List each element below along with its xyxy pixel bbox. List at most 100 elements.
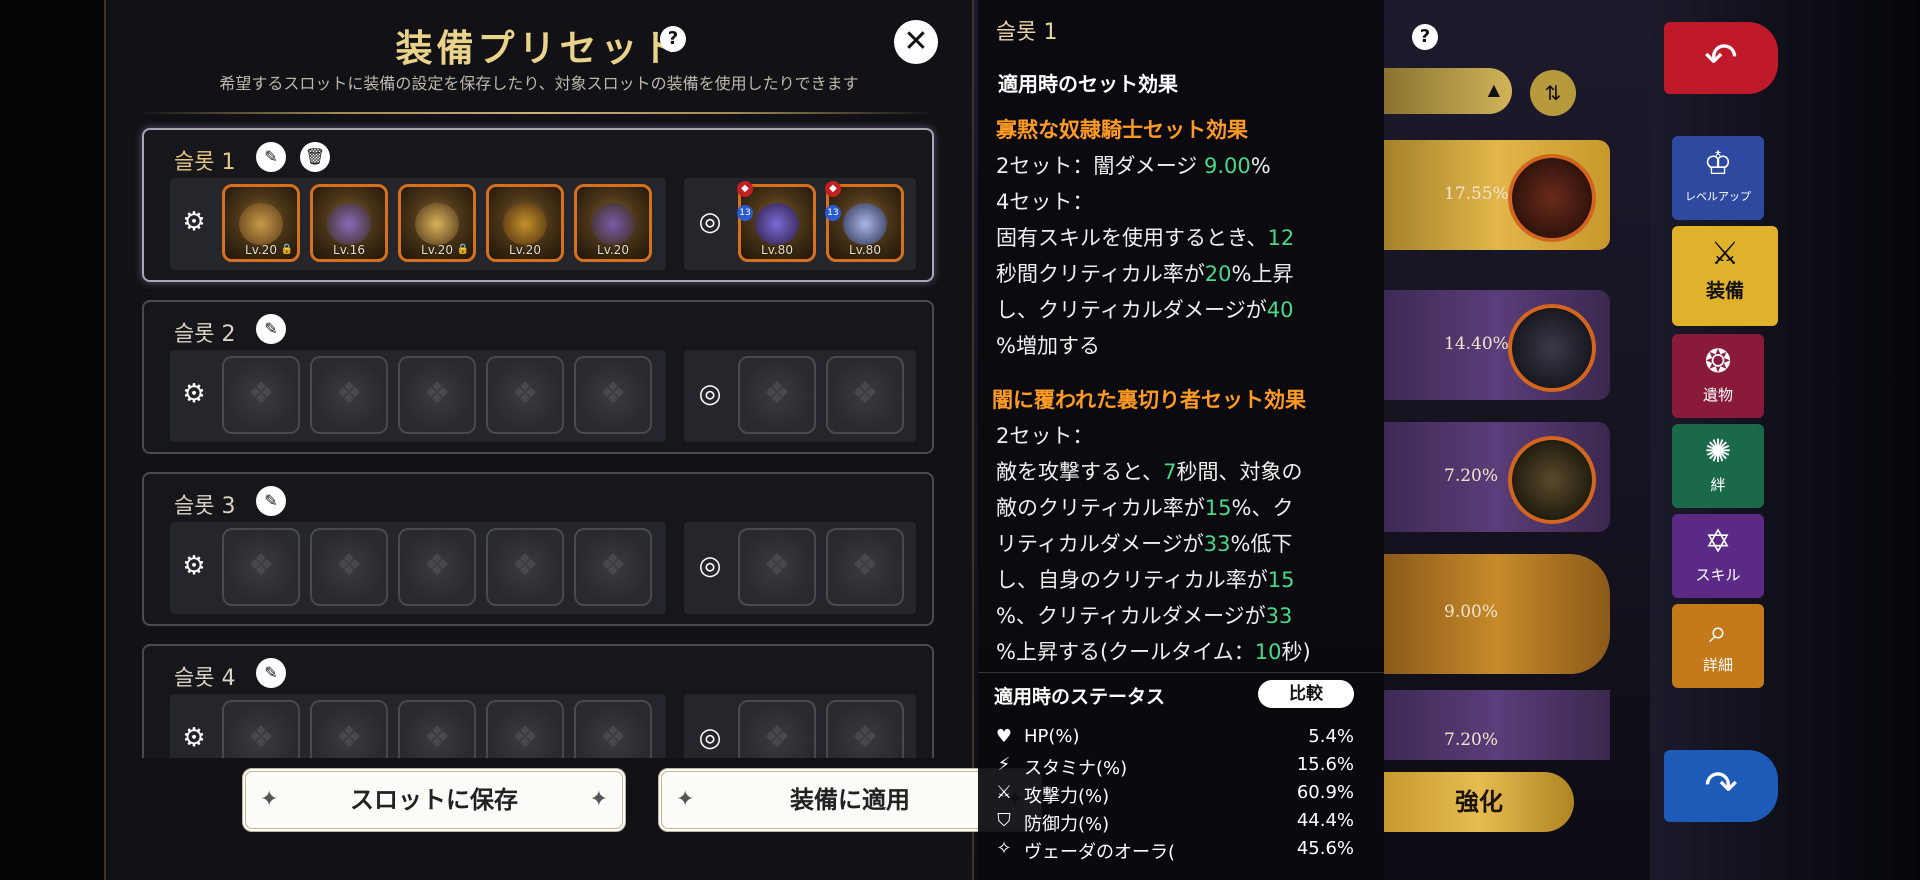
- forward-arrow-icon: ↷: [1704, 763, 1738, 809]
- crown-icon: ♔: [1703, 144, 1733, 182]
- back-arrow-icon: ↶: [1704, 35, 1738, 81]
- close-button[interactable]: ✕: [894, 20, 938, 64]
- value: 12: [1267, 226, 1295, 250]
- accessory-item-slot[interactable]: ◆ 13 Lv.80: [737, 181, 816, 262]
- aura-icon: ✧: [996, 838, 1012, 859]
- empty-equipment-slot[interactable]: [398, 356, 476, 434]
- help-icon[interactable]: ?: [660, 26, 686, 52]
- next-button[interactable]: ↷: [1664, 750, 1778, 822]
- equipment-item-slot[interactable]: Lv.20 🔒: [398, 184, 476, 262]
- equipment-list-item[interactable]: 17.55%: [1384, 140, 1610, 250]
- tab-bond[interactable]: ✺ 絆: [1672, 424, 1764, 508]
- stat-percent: 17.55%: [1444, 184, 1509, 204]
- empty-accessory-slot[interactable]: [826, 528, 904, 606]
- preset-slot-4[interactable]: 슬롯 4 ✎ ⚙ ◎: [142, 644, 934, 758]
- weapon-filter-dropdown[interactable]: ▲: [1384, 68, 1512, 114]
- empty-equipment-slot[interactable]: [310, 356, 388, 434]
- text: %、クリティカルダメージが: [996, 604, 1266, 628]
- accessory-item-slot[interactable]: ◆ 13 Lv.80: [825, 181, 904, 262]
- tab-levelup[interactable]: ♔ レベルアップ: [1672, 136, 1764, 220]
- edit-icon[interactable]: ✎: [256, 658, 286, 688]
- empty-equipment-slot[interactable]: [398, 528, 476, 606]
- tab-skill[interactable]: ✡ スキル: [1672, 514, 1764, 598]
- text: し、自身のクリティカル率が: [996, 568, 1268, 592]
- accessory-group: ◎: [684, 694, 916, 758]
- stat-value: 60.9%: [1296, 782, 1354, 803]
- delete-icon[interactable]: 🗑: [300, 142, 330, 172]
- empty-equipment-slot[interactable]: [398, 700, 476, 758]
- sort-toggle-button[interactable]: ⇅: [1530, 70, 1576, 116]
- enhance-button[interactable]: 強化: [1384, 772, 1574, 832]
- equipment-help-icon[interactable]: ?: [1412, 24, 1438, 50]
- text: リティカルダメージが: [996, 532, 1204, 556]
- equipment-item-slot[interactable]: Lv.16: [310, 184, 388, 262]
- item-image: [415, 203, 459, 245]
- value: 15: [1204, 496, 1232, 520]
- stat-percent: 9.00%: [1444, 602, 1499, 622]
- character-portrait: [1508, 436, 1596, 524]
- set-effect-line: 秒間クリティカル率が20%上昇: [996, 258, 1376, 288]
- stat-label: HP(%): [1024, 726, 1080, 747]
- equipment-item-slot[interactable]: Lv.20: [574, 184, 652, 262]
- edit-icon[interactable]: ✎: [256, 314, 286, 344]
- set-name-1: 寡黙な奴隷騎士セット効果: [996, 118, 1248, 142]
- accessory-group: ◎: [684, 522, 916, 614]
- empty-equipment-slot[interactable]: [486, 700, 564, 758]
- item-level: Lv.20: [597, 243, 629, 257]
- value: 20: [1204, 262, 1232, 286]
- stat-label: スタミナ(%): [1024, 758, 1128, 779]
- item-image: [755, 203, 799, 245]
- tab-detail[interactable]: ⌕ 詳細: [1672, 604, 1764, 688]
- save-to-slot-button[interactable]: ✦ スロットに保存 ✦: [242, 768, 626, 832]
- preset-slot-1[interactable]: 슬롯 1 ✎ 🗑 ⚙ Lv.20 🔒 Lv.16 Lv.20 🔒 Lv.20 L…: [142, 128, 934, 282]
- set-effect-line: 4セット：: [996, 190, 1094, 214]
- empty-equipment-slot[interactable]: [574, 528, 652, 606]
- empty-accessory-slot[interactable]: [738, 700, 816, 758]
- empty-accessory-slot[interactable]: [826, 356, 904, 434]
- empty-equipment-slot[interactable]: [486, 356, 564, 434]
- compare-button[interactable]: 比較: [1258, 680, 1354, 708]
- value: 33: [1203, 532, 1231, 556]
- preset-slot-3[interactable]: 슬롯 3 ✎ ⚙ ◎: [142, 472, 934, 626]
- edit-icon[interactable]: ✎: [256, 486, 286, 516]
- equipment-list-item[interactable]: 9.00%: [1384, 554, 1610, 674]
- item-image: [591, 203, 635, 245]
- level-badge: 13: [737, 205, 753, 221]
- back-button[interactable]: ↶: [1664, 22, 1778, 94]
- tab-label: 絆: [1710, 476, 1726, 494]
- level-badge: 13: [825, 205, 841, 221]
- equipment-item-slot[interactable]: Lv.20: [486, 184, 564, 262]
- empty-equipment-slot[interactable]: [310, 700, 388, 758]
- equipment-list-item[interactable]: 14.40%: [1384, 290, 1610, 400]
- empty-equipment-slot[interactable]: [222, 528, 300, 606]
- sword-shield-icon: ⚔: [1710, 234, 1740, 272]
- item-level: Lv.80: [849, 243, 881, 257]
- text: %上昇する(クールタイム：: [996, 640, 1255, 664]
- item-level: Lv.80: [761, 243, 793, 257]
- bolt-icon: ⚡: [997, 754, 1011, 775]
- tab-equip[interactable]: ⚔ 装備: [1672, 226, 1778, 326]
- item-image: [239, 203, 283, 245]
- empty-equipment-slot[interactable]: [574, 356, 652, 434]
- stat-percent: 14.40%: [1444, 334, 1509, 354]
- empty-accessory-slot[interactable]: [738, 356, 816, 434]
- equipment-list-item[interactable]: 7.20%: [1384, 690, 1610, 760]
- edit-icon[interactable]: ✎: [256, 142, 286, 172]
- empty-equipment-slot[interactable]: [222, 700, 300, 758]
- stat-value: 15.6%: [1296, 754, 1354, 775]
- empty-equipment-slot[interactable]: [574, 700, 652, 758]
- slot-name: 슬롯 1: [174, 150, 236, 175]
- text: 敵を攻撃すると、: [996, 460, 1164, 484]
- empty-equipment-slot[interactable]: [310, 528, 388, 606]
- empty-accessory-slot[interactable]: [738, 528, 816, 606]
- empty-accessory-slot[interactable]: [826, 700, 904, 758]
- stat-row: ⚔ 攻撃力(%) 60.9%: [994, 782, 1354, 808]
- equipment-list-item[interactable]: 7.20%: [1384, 422, 1610, 532]
- empty-equipment-slot[interactable]: [486, 528, 564, 606]
- preset-slot-2[interactable]: 슬롯 2 ✎ ⚙ ◎: [142, 300, 934, 454]
- text: 秒間クリティカル率が: [996, 262, 1205, 286]
- tab-relic[interactable]: ❂ 遺物: [1672, 334, 1764, 418]
- bond-icon: ✺: [1704, 432, 1732, 470]
- equipment-item-slot[interactable]: Lv.20 🔒: [222, 184, 300, 262]
- empty-equipment-slot[interactable]: [222, 356, 300, 434]
